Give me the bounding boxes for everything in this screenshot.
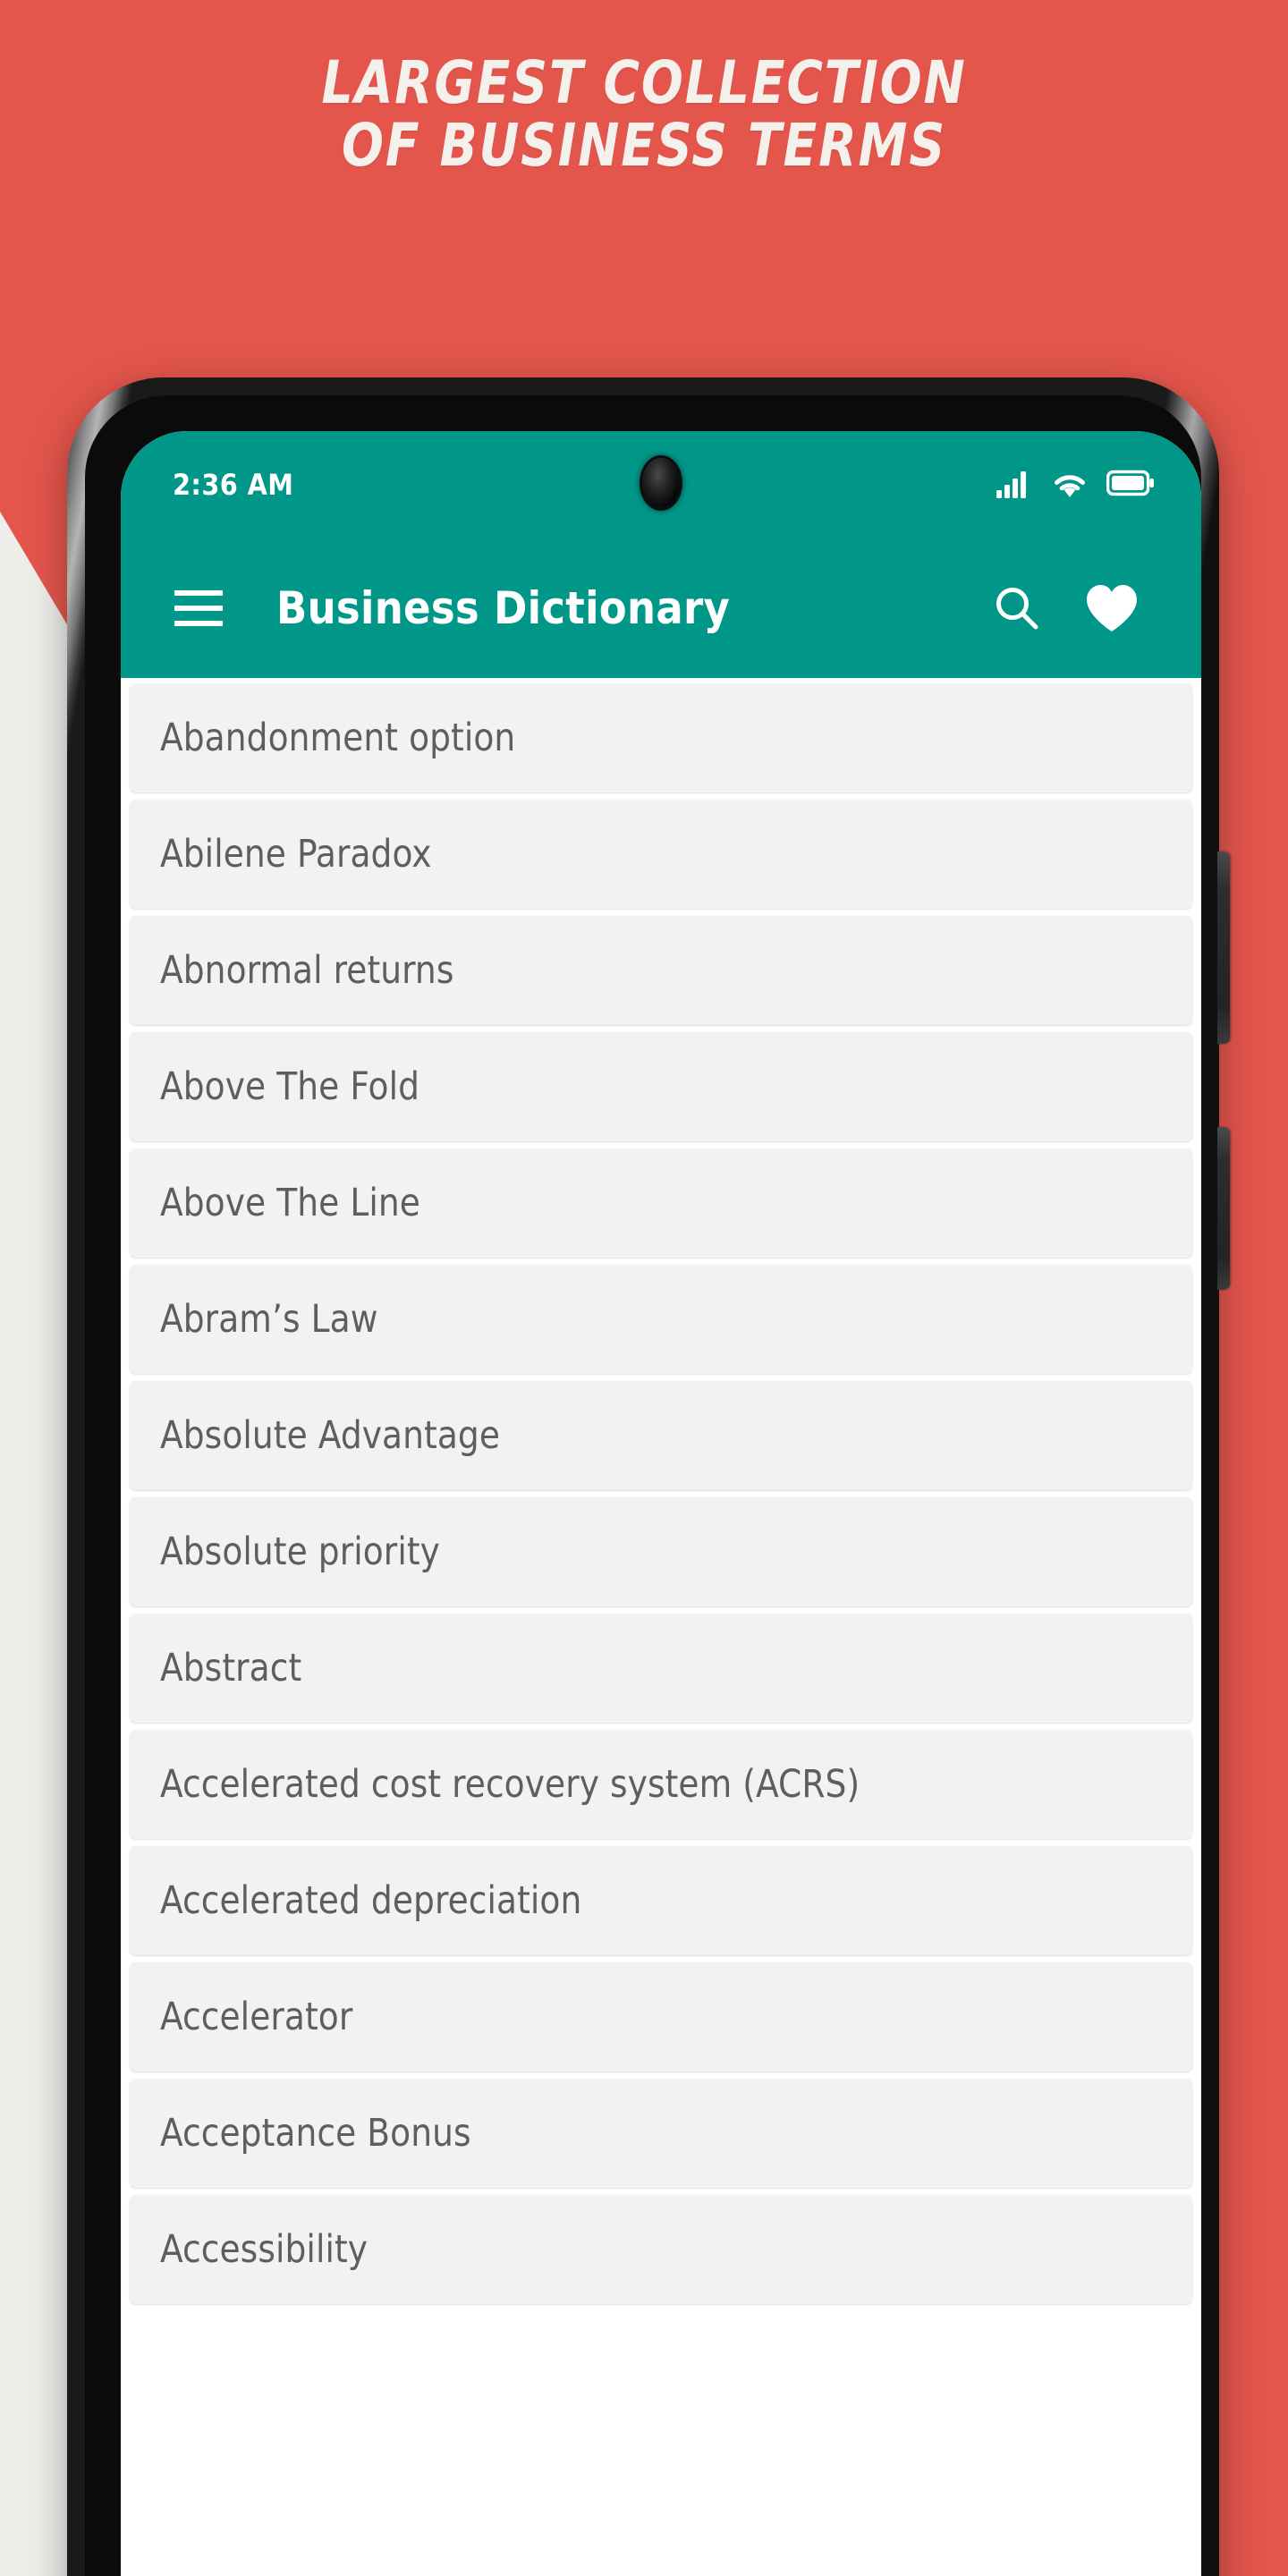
menu-bar-3 xyxy=(174,621,223,626)
list-item[interactable]: Abstract xyxy=(130,1614,1192,1723)
term-label: Accessibility xyxy=(160,2227,369,2272)
status-bar-icons xyxy=(996,468,1155,503)
phone-screen: 2:36 AM Business Dictionary Abandonment … xyxy=(121,431,1201,2576)
menu-bar-1 xyxy=(174,590,223,596)
list-item[interactable]: Acceptance Bonus xyxy=(130,2079,1192,2188)
list-item[interactable]: Accessibility xyxy=(130,2195,1192,2304)
app-bar: Business Dictionary xyxy=(121,538,1201,678)
promo-headline: LARGEST COLLECTION OF BUSINESS TERMS xyxy=(45,52,1242,177)
list-item[interactable]: Abnormal returns xyxy=(130,916,1192,1025)
list-item[interactable]: Absolute priority xyxy=(130,1497,1192,1606)
list-item[interactable]: Accelerator xyxy=(130,1962,1192,2072)
list-item[interactable]: Above The Line xyxy=(130,1148,1192,1258)
phone-mockup: 2:36 AM Business Dictionary Abandonment … xyxy=(67,377,1230,2576)
heart-icon[interactable] xyxy=(1074,571,1149,646)
hamburger-menu-icon[interactable] xyxy=(164,573,233,643)
app-title: Business Dictionary xyxy=(276,582,731,634)
volume-rocker-button[interactable] xyxy=(1217,852,1230,1044)
term-label: Abstract xyxy=(160,1646,302,1690)
list-item[interactable]: Accelerated depreciation xyxy=(130,1846,1192,1955)
list-item[interactable]: Accelerated cost recovery system (ACRS) xyxy=(130,1730,1192,1839)
status-bar: 2:36 AM xyxy=(121,431,1201,538)
term-label: Above The Line xyxy=(160,1181,420,1225)
term-label: Abandonment option xyxy=(160,716,516,760)
term-label: Accelerated depreciation xyxy=(160,1878,582,1923)
promo-headline-line-1: LARGEST COLLECTION xyxy=(321,48,967,117)
term-label: Absolute Advantage xyxy=(160,1413,501,1458)
term-label: Abram’s Law xyxy=(160,1297,378,1342)
front-camera-punch-hole xyxy=(642,458,680,508)
term-label: Accelerated cost recovery system (ACRS) xyxy=(160,1762,860,1807)
battery-full-icon xyxy=(1106,469,1155,502)
list-item[interactable]: Abram’s Law xyxy=(130,1265,1192,1374)
search-icon[interactable] xyxy=(979,571,1055,646)
term-label: Above The Fold xyxy=(160,1064,420,1109)
term-label: Accelerator xyxy=(160,1995,353,2039)
term-label: Abnormal returns xyxy=(160,948,454,993)
term-label: Absolute priority xyxy=(160,1530,440,1574)
menu-bar-2 xyxy=(174,606,223,611)
wifi-icon xyxy=(1051,468,1089,503)
phone-bezel: 2:36 AM Business Dictionary Abandonment … xyxy=(85,395,1201,2576)
term-label: Acceptance Bonus xyxy=(160,2111,471,2156)
status-bar-clock: 2:36 AM xyxy=(173,468,294,502)
list-item[interactable]: Absolute Advantage xyxy=(130,1381,1192,1490)
promo-headline-line-2: OF BUSINESS TERMS xyxy=(342,111,946,180)
cellular-signal-icon xyxy=(996,468,1033,503)
promo-screenshot-stage: LARGEST COLLECTION OF BUSINESS TERMS 2:3… xyxy=(0,0,1288,2576)
list-item[interactable]: Abandonment option xyxy=(130,683,1192,792)
list-item[interactable]: Abilene Paradox xyxy=(130,800,1192,909)
term-label: Abilene Paradox xyxy=(160,832,432,877)
power-button[interactable] xyxy=(1217,1127,1230,1290)
term-list[interactable]: Abandonment option Abilene Paradox Abnor… xyxy=(121,678,1201,2576)
list-item[interactable]: Above The Fold xyxy=(130,1032,1192,1141)
